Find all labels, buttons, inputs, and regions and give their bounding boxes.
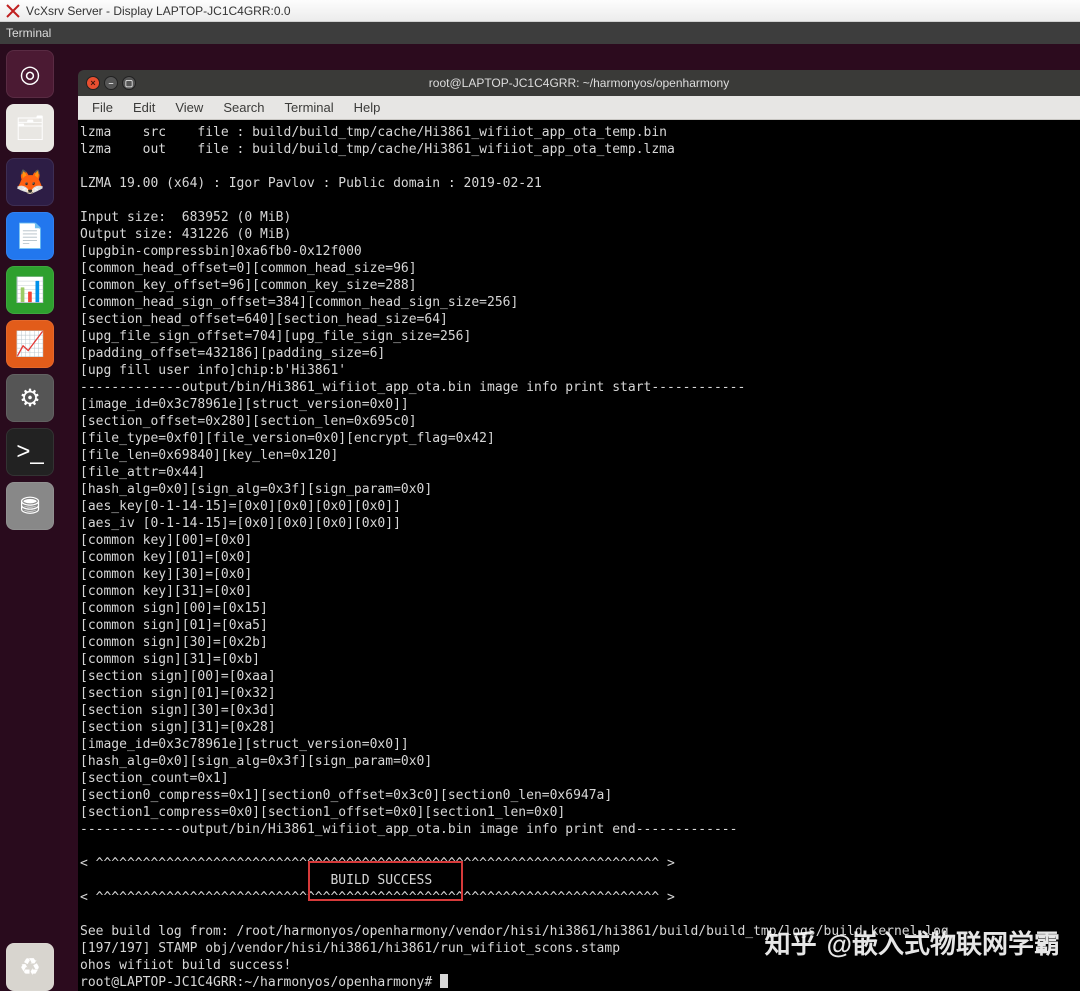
window-maximize-button[interactable]: ▢ xyxy=(122,76,136,90)
vcxsrv-titlebar: VcXsrv Server - Display LAPTOP-JC1C4GRR:… xyxy=(0,0,1080,22)
watermark-text: @嵌入式物联网学霸 xyxy=(827,924,1060,961)
menu-help[interactable]: Help xyxy=(346,98,389,117)
watermark: 知乎 @嵌入式物联网学霸 xyxy=(765,924,1060,961)
terminal-icon: >_ xyxy=(16,438,43,466)
vcxsrv-title: VcXsrv Server - Display LAPTOP-JC1C4GRR:… xyxy=(26,4,291,18)
terminal-titlebar[interactable]: × – ▢ root@LAPTOP-JC1C4GRR: ~/harmonyos/… xyxy=(78,70,1080,96)
vcxsrv-icon xyxy=(6,4,20,18)
firefox-icon: 🦊 xyxy=(15,168,45,197)
launcher-files[interactable]: 🗂 xyxy=(6,104,54,152)
menu-terminal[interactable]: Terminal xyxy=(277,98,342,117)
disk-icon: ⛃ xyxy=(20,492,40,521)
menu-view[interactable]: View xyxy=(167,98,211,117)
window-minimize-button[interactable]: – xyxy=(104,76,118,90)
panel-app-title[interactable]: Terminal xyxy=(6,26,51,40)
launcher-dash[interactable]: ◎ xyxy=(6,50,54,98)
launcher-terminal[interactable]: >_ xyxy=(6,428,54,476)
launcher-firefox[interactable]: 🦊 xyxy=(6,158,54,206)
writer-icon: 📄 xyxy=(15,222,45,251)
trash-icon: ♻ xyxy=(19,953,41,982)
gear-icon: ⚙ xyxy=(19,384,41,413)
launcher-calc[interactable]: 📊 xyxy=(6,266,54,314)
top-panel: Terminal xyxy=(0,22,1080,44)
terminal-window: × – ▢ root@LAPTOP-JC1C4GRR: ~/harmonyos/… xyxy=(78,70,1080,991)
launcher-impress[interactable]: 📈 xyxy=(6,320,54,368)
launcher-trash[interactable]: ♻ xyxy=(6,943,54,991)
launcher-bar: ◎ 🗂 🦊 📄 📊 📈 ⚙ >_ ⛃ ♻ xyxy=(0,44,60,991)
window-close-button[interactable]: × xyxy=(86,76,100,90)
terminal-menubar: File Edit View Search Terminal Help xyxy=(78,96,1080,120)
ubuntu-desktop: Terminal ◎ 🗂 🦊 📄 📊 📈 ⚙ >_ ⛃ ♻ × – ▢ root… xyxy=(0,22,1080,991)
zhihu-logo: 知乎 xyxy=(765,924,817,961)
build-success-highlight xyxy=(308,861,463,901)
launcher-writer[interactable]: 📄 xyxy=(6,212,54,260)
menu-search[interactable]: Search xyxy=(215,98,272,117)
files-icon: 🗂 xyxy=(15,114,45,143)
launcher-settings[interactable]: ⚙ xyxy=(6,374,54,422)
calc-icon: 📊 xyxy=(15,276,45,305)
menu-file[interactable]: File xyxy=(84,98,121,117)
menu-edit[interactable]: Edit xyxy=(125,98,163,117)
impress-icon: 📈 xyxy=(15,330,45,359)
terminal-title: root@LAPTOP-JC1C4GRR: ~/harmonyos/openha… xyxy=(78,76,1080,90)
ubuntu-icon: ◎ xyxy=(20,60,41,89)
terminal-output[interactable]: lzma src file : build/build_tmp/cache/Hi… xyxy=(78,120,1080,991)
launcher-disk[interactable]: ⛃ xyxy=(6,482,54,530)
